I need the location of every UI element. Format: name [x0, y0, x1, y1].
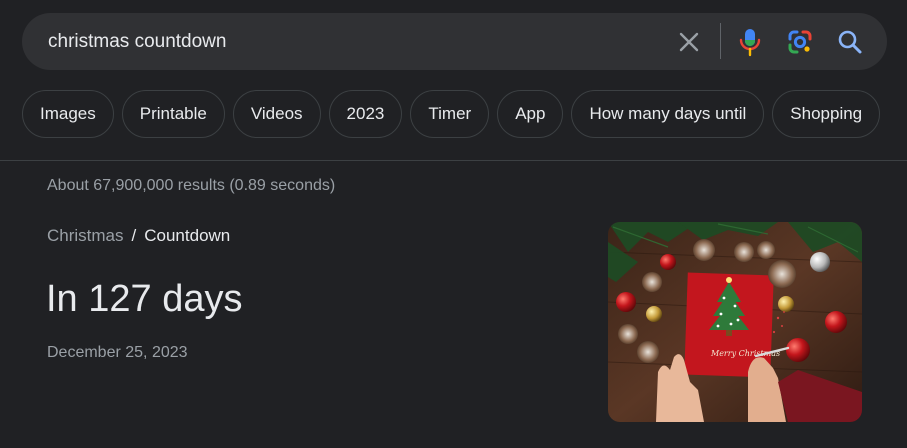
breadcrumb-current: Countdown — [144, 226, 231, 245]
search-results-page: Images Printable Videos 2023 Timer App H… — [0, 0, 907, 448]
chip-images[interactable]: Images — [22, 90, 114, 138]
search-icon — [838, 30, 862, 54]
chip-app[interactable]: App — [497, 90, 564, 138]
clear-button[interactable] — [674, 27, 704, 57]
breadcrumb-parent[interactable]: Christmas — [47, 226, 124, 246]
result-stats: About 67,900,000 results (0.89 seconds) — [47, 177, 336, 194]
christmas-card-illustration: Merry Christmas — [608, 222, 862, 422]
breadcrumb: Christmas / Countdown — [47, 226, 230, 246]
voice-search-button[interactable] — [734, 26, 766, 58]
search-button[interactable] — [834, 26, 866, 58]
chip-2023[interactable]: 2023 — [328, 90, 403, 138]
countdown-answer: In 127 days — [46, 278, 243, 320]
header-divider — [0, 160, 907, 161]
chip-shopping[interactable]: Shopping — [772, 90, 881, 138]
breadcrumb-separator: / — [131, 226, 137, 245]
chip-timer[interactable]: Timer — [410, 90, 490, 138]
countdown-date: December 25, 2023 — [47, 344, 188, 361]
microphone-icon — [739, 29, 761, 57]
lens-icon — [788, 30, 812, 54]
christmas-card-image[interactable]: Merry Christmas — [608, 222, 862, 422]
filter-chips: Images Printable Videos 2023 Timer App H… — [22, 90, 881, 140]
chip-printable[interactable]: Printable — [121, 90, 225, 138]
chip-videos[interactable]: Videos — [232, 90, 321, 138]
lens-search-button[interactable] — [784, 26, 816, 58]
search-bar-divider — [720, 23, 721, 59]
search-bar[interactable] — [22, 13, 887, 70]
search-input[interactable] — [48, 13, 648, 70]
close-icon — [679, 32, 699, 52]
chip-how-many-days-until[interactable]: How many days until — [571, 90, 765, 138]
